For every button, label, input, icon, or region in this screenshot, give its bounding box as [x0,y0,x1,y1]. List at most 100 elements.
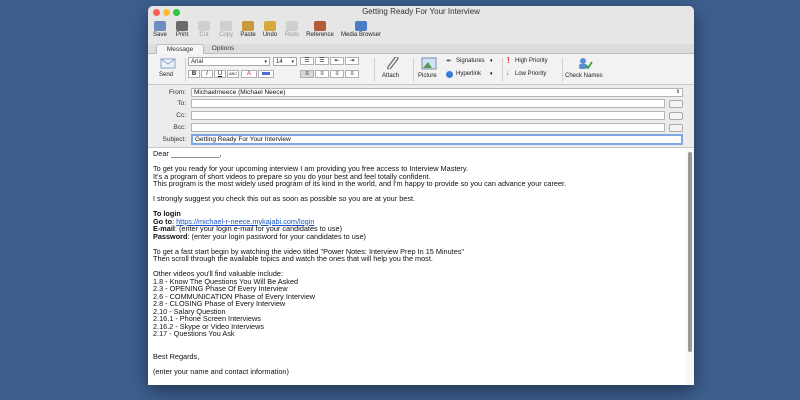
cut-button[interactable]: Cut [193,20,215,39]
picture-button[interactable]: Picture [416,56,442,82]
copy-button[interactable]: Copy [215,20,237,39]
undo-button[interactable]: Undo [259,20,281,39]
cc-address-book-button[interactable] [669,112,683,120]
clipboard-icon [242,21,254,31]
redo-icon [286,21,298,31]
signatures-button[interactable]: ✒ Signatures ▾ [446,57,496,67]
divider [413,58,414,82]
print-icon [176,21,188,31]
chevron-updown-icon: ⇕ [675,89,680,95]
media-browser-button[interactable]: Media Browser [339,20,383,39]
bcc-label: Bcc: [173,124,186,131]
underline-button[interactable]: U [214,70,226,78]
send-label: Send [159,72,174,78]
ribbon-tabs: Message Options [148,44,694,54]
tab-options[interactable]: Options [204,44,242,53]
compose-window: Getting Ready For Your Interview Save Pri… [148,6,694,385]
decrease-indent-icon: ⇤ [334,58,340,64]
print-button[interactable]: Print [171,20,193,39]
toolbar-label: Reference [306,32,334,38]
to-field[interactable] [191,99,665,108]
undo-icon [264,21,276,31]
subject-label: Subject: [162,136,187,143]
message-body[interactable]: Dear ____________, To get you ready for … [148,148,686,385]
send-icon [160,58,176,69]
high-priority-label: High Priority [515,58,548,64]
cc-field[interactable] [191,111,665,120]
hyperlink-label: Hyperlink [456,71,482,77]
exclamation-icon: ! [507,56,510,65]
from-select[interactable]: Michaelrneece (Michael Neece) ⇕ [191,88,683,97]
low-priority-button[interactable]: ↓ Low Priority [506,70,562,80]
italic-button[interactable]: I [201,70,213,78]
attach-label: Attach [382,73,400,79]
bulleted-list-button[interactable]: ☰ [300,57,314,65]
password-line: Password: (enter your login password for… [153,231,678,241]
tab-message[interactable]: Message [156,44,204,54]
save-icon [154,21,166,31]
font-size-select[interactable]: 14 ▾ [273,57,297,66]
align-center-button[interactable]: ≡ [315,70,329,78]
message-ribbon: Send Arial ▾ 14 ▾ ☰ ☰ ⇤ ⇥ B I U ABC A ≡ … [148,54,694,85]
toolbar-label: Copy [218,32,233,38]
from-value: Michaelrneece (Michael Neece) [194,89,286,96]
numbered-list-icon: ☰ [319,58,325,64]
font-name-select[interactable]: Arial ▾ [188,57,270,66]
font-color-button[interactable]: A [241,70,257,78]
video-list-item: 2.8 - CLOSING Phase of Every Interview [153,299,286,308]
signature-pen-icon: ✒ [446,58,452,65]
align-right-button[interactable]: ≡ [330,70,344,78]
bold-button[interactable]: B [188,70,200,78]
toolbar-label: Redo [284,32,300,38]
font-color-icon: A [246,71,251,77]
highlight-color-button[interactable] [258,70,274,78]
cc-label: Cc: [176,112,186,119]
scrollbar-thumb[interactable] [688,152,692,352]
decrease-indent-button[interactable]: ⇤ [330,57,344,65]
reference-button[interactable]: Reference [303,20,337,39]
password-label: Password [153,231,188,241]
redo-button[interactable]: Redo [281,20,303,39]
from-label: From: [169,89,186,96]
to-address-book-button[interactable] [669,100,683,108]
attach-button[interactable]: Attach [378,56,408,82]
video-list-item: 2.17 - Questions You Ask [153,329,235,338]
save-button[interactable]: Save [149,20,171,39]
increase-indent-button[interactable]: ⇥ [345,57,359,65]
signature-placeholder: (enter your name and contact information… [153,366,289,376]
strikethrough-button[interactable]: ABC [227,70,239,78]
toolbar-label: Cut [199,32,209,38]
chevron-down-icon: ▾ [291,59,294,65]
highlight-icon [262,72,270,75]
align-left-button[interactable]: ≡ [300,70,314,78]
check-names-button[interactable]: Check Names [564,56,606,82]
justify-button[interactable]: ≡ [345,70,359,78]
high-priority-button[interactable]: ! High Priority [506,56,562,67]
bold-icon: B [191,71,197,77]
vertical-scrollbar[interactable] [686,148,694,385]
strikethrough-icon: ABC [228,71,238,76]
scissors-icon [198,21,210,31]
numbered-list-button[interactable]: ☰ [315,57,329,65]
divider [374,58,375,82]
align-left-icon: ≡ [305,71,309,77]
bcc-address-book-button[interactable] [669,124,683,132]
send-button[interactable]: Send [154,56,182,82]
hyperlink-button[interactable]: Hyperlink ▾ [446,70,496,80]
paperclip-icon [387,57,399,70]
bcc-field[interactable] [191,123,665,132]
copy-icon [220,21,232,31]
book-icon [314,21,326,31]
subject-field[interactable]: Getting Ready For Your Interview [191,134,683,145]
to-label: To: [177,100,186,107]
media-icon [355,21,367,31]
closing-text: Best Regards, [153,351,200,361]
divider [502,58,503,82]
picture-label: Picture [418,73,437,79]
toolbar-label: Paste [240,32,256,38]
align-center-icon: ≡ [320,71,324,77]
chevron-down-icon: ▾ [264,59,267,65]
window-title: Getting Ready For Your Interview [362,7,480,16]
paste-button[interactable]: Paste [237,20,259,39]
chevron-down-icon: ▾ [490,71,493,77]
